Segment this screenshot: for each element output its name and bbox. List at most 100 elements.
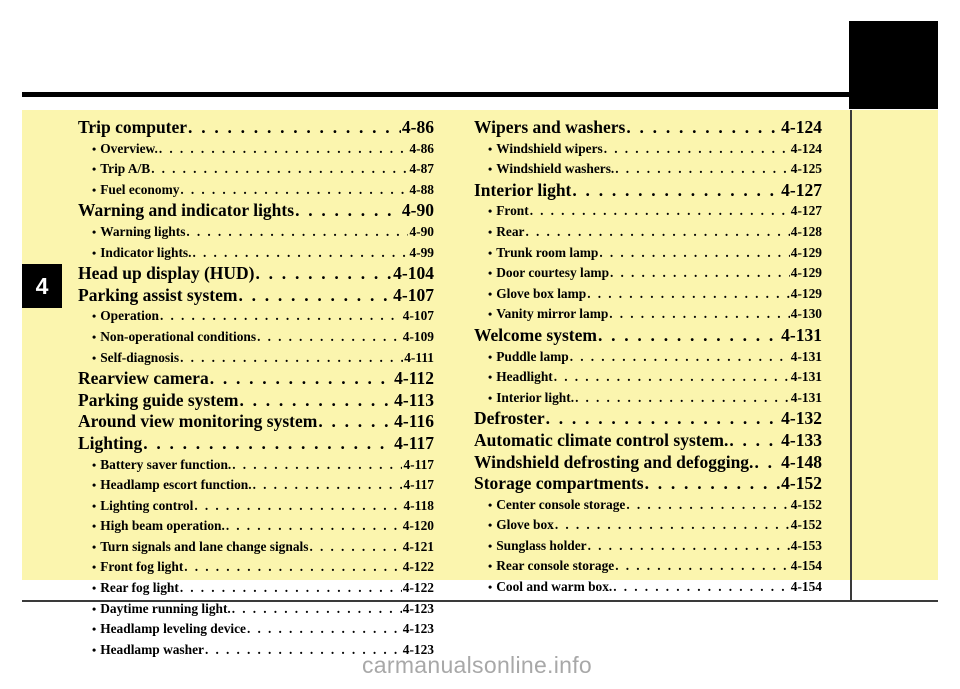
toc-subsection-entry[interactable]: • Trip A/B. . . . . . . . . . . . . . . .… <box>78 159 434 180</box>
toc-subsection-entry[interactable]: • Headlamp leveling device. . . . . . . .… <box>78 619 434 640</box>
bullet-icon: • <box>488 559 493 574</box>
bullet-icon: • <box>488 497 493 512</box>
toc-subsection-entry[interactable]: • Rear. . . . . . . . . . . . . . . . . .… <box>474 222 822 243</box>
leader-dots: . . . . . . . . . . . . . . . . . . . . … <box>615 161 789 177</box>
leader-dots: . . . . . . . . . . . . . . . . . . . . … <box>143 432 393 453</box>
leader-dots: . . . . . . . . . . . . . . . . . . . . … <box>252 477 403 493</box>
toc-section-entry[interactable]: Defroster. . . . . . . . . . . . . . . .… <box>474 408 822 430</box>
bullet-icon: • <box>488 349 493 364</box>
toc-section-entry[interactable]: Warning and indicator lights. . . . . . … <box>78 200 434 222</box>
column-divider <box>850 110 852 601</box>
toc-entry-page-number: 4-109 <box>402 328 434 344</box>
toc-entry-page-number: 4-87 <box>409 161 434 177</box>
toc-entry-page-number: 4-124 <box>781 117 822 137</box>
toc-subsection-entry[interactable]: • Puddle lamp. . . . . . . . . . . . . . … <box>474 347 822 368</box>
toc-section-entry[interactable]: Lighting. . . . . . . . . . . . . . . . … <box>78 433 434 455</box>
toc-subsection-entry[interactable]: • Glove box. . . . . . . . . . . . . . . … <box>474 515 822 536</box>
toc-section-entry[interactable]: Welcome system. . . . . . . . . . . . . … <box>474 325 822 347</box>
toc-section-entry[interactable]: Automatic climate control system.. . . .… <box>474 430 822 452</box>
toc-entry-title: Fuel economy <box>100 181 180 197</box>
chapter-number-marker: 4 <box>22 264 62 308</box>
toc-entry-page-number: 4-90 <box>409 223 434 239</box>
toc-subsection-entry[interactable]: • Non-operational conditions. . . . . . .… <box>78 327 434 348</box>
toc-section-entry[interactable]: Parking guide system. . . . . . . . . . … <box>78 390 434 412</box>
toc-subsection-entry[interactable]: • Windshield washers.. . . . . . . . . . … <box>474 159 822 180</box>
toc-entry-page-number: 4-130 <box>790 306 822 322</box>
toc-subsection-entry[interactable]: • Operation. . . . . . . . . . . . . . . … <box>78 306 434 327</box>
bullet-icon: • <box>92 498 97 513</box>
toc-entry-title: Glove box lamp <box>496 285 587 301</box>
toc-subsection-entry[interactable]: • Battery saver function.. . . . . . . . … <box>78 455 434 476</box>
footer-rule <box>22 600 938 602</box>
toc-subsection-entry[interactable]: • Indicator lights.. . . . . . . . . . . … <box>78 243 434 264</box>
bullet-icon: • <box>92 622 97 637</box>
leader-dots: . . . . . . . . . . . . . . . . . . . . … <box>610 265 790 281</box>
leader-dots: . . . . . . . . . . . . . . . . . . . . … <box>247 621 402 637</box>
toc-subsection-entry[interactable]: • Rear console storage. . . . . . . . . .… <box>474 556 822 577</box>
toc-entry-title: Turn signals and lane change signals <box>100 538 309 554</box>
toc-subsection-entry[interactable]: • Fuel economy. . . . . . . . . . . . . .… <box>78 180 434 201</box>
leader-dots: . . . . . . . . . . . . . . . . . . . . … <box>529 203 790 219</box>
toc-entry-title: Puddle lamp <box>496 348 569 364</box>
toc-entry-title: Indicator lights. <box>100 244 192 260</box>
toc-section-entry[interactable]: Interior light. . . . . . . . . . . . . … <box>474 180 822 202</box>
toc-subsection-entry[interactable]: • Warning lights. . . . . . . . . . . . .… <box>78 222 434 243</box>
leader-dots: . . . . . . . . . . . . . . . . . . . . … <box>545 408 781 429</box>
bullet-icon: • <box>488 224 493 239</box>
toc-subsection-entry[interactable]: • Headlamp escort function.. . . . . . . … <box>78 475 434 496</box>
toc-entry-title: Self-diagnosis <box>100 349 180 365</box>
toc-entry-page-number: 4-121 <box>402 538 434 554</box>
toc-subsection-entry[interactable]: • Headlight. . . . . . . . . . . . . . . … <box>474 367 822 388</box>
toc-entry-page-number: 4-123 <box>402 621 434 637</box>
toc-subsection-entry[interactable]: • Overview.. . . . . . . . . . . . . . . … <box>78 139 434 160</box>
toc-subsection-entry[interactable]: • Self-diagnosis. . . . . . . . . . . . .… <box>78 348 434 369</box>
toc-section-entry[interactable]: Around view monitoring system. . . . . .… <box>78 411 434 433</box>
toc-subsection-entry[interactable]: • Lighting control. . . . . . . . . . . .… <box>78 496 434 517</box>
bullet-icon: • <box>488 266 493 281</box>
toc-subsection-entry[interactable]: • Vanity mirror lamp. . . . . . . . . . .… <box>474 304 822 325</box>
toc-entry-page-number: 4-153 <box>790 537 822 553</box>
toc-subsection-entry[interactable]: • High beam operation.. . . . . . . . . .… <box>78 516 434 537</box>
toc-subsection-entry[interactable]: • Cool and warm box.. . . . . . . . . . .… <box>474 577 822 598</box>
bullet-icon: • <box>488 370 493 385</box>
leader-dots: . . . . . . . . . . . . . . . . . . . . … <box>569 348 790 364</box>
leader-dots: . . . . . . . . . . . . . . . . . . . . … <box>554 517 790 533</box>
bullet-icon: • <box>92 245 97 260</box>
bullet-icon: • <box>488 141 493 156</box>
leader-dots: . . . . . . . . . . . . . . . . . . . . … <box>609 306 789 322</box>
toc-section-entry[interactable]: Windshield defrosting and defogging.. . … <box>474 452 822 474</box>
toc-section-entry[interactable]: Head up display (HUD). . . . . . . . . .… <box>78 263 434 285</box>
toc-section-entry[interactable]: Wipers and washers. . . . . . . . . . . … <box>474 117 822 139</box>
toc-entry-title: Cool and warm box. <box>496 579 613 595</box>
toc-subsection-entry[interactable]: • Front fog light. . . . . . . . . . . . … <box>78 557 434 578</box>
toc-subsection-entry[interactable]: • Windshield wipers. . . . . . . . . . . … <box>474 139 822 160</box>
toc-subsection-entry[interactable]: • Rear fog light. . . . . . . . . . . . .… <box>78 578 434 599</box>
toc-entry-page-number: 4-152 <box>790 496 822 512</box>
toc-section-entry[interactable]: Storage compartments. . . . . . . . . . … <box>474 473 822 495</box>
toc-entry-page-number: 4-112 <box>394 368 434 389</box>
toc-subsection-entry[interactable]: • Interior light.. . . . . . . . . . . . … <box>474 388 822 409</box>
toc-subsection-entry[interactable]: • Sunglass holder. . . . . . . . . . . . … <box>474 536 822 557</box>
toc-subsection-entry[interactable]: • Glove box lamp. . . . . . . . . . . . .… <box>474 284 822 305</box>
toc-entry-title: Headlamp leveling device <box>100 621 246 637</box>
toc-section-entry[interactable]: Trip computer. . . . . . . . . . . . . .… <box>78 117 434 139</box>
toc-subsection-entry[interactable]: • Center console storage. . . . . . . . .… <box>474 495 822 516</box>
toc-entry-page-number: 4-128 <box>790 223 822 239</box>
toc-subsection-entry[interactable]: • Trunk room lamp. . . . . . . . . . . . … <box>474 243 822 264</box>
toc-entry-page-number: 4-148 <box>781 451 822 472</box>
leader-dots: . . . . . . . . . . . . . . . . . . . . … <box>599 244 789 260</box>
toc-entry-title: Lighting control <box>100 497 194 513</box>
leader-dots: . . . . . . . . . . . . . . . . . . . . … <box>184 559 401 575</box>
toc-subsection-entry[interactable]: • Turn signals and lane change signals. .… <box>78 537 434 558</box>
toc-subsection-entry[interactable]: • Front. . . . . . . . . . . . . . . . . … <box>474 201 822 222</box>
toc-entry-page-number: 4-127 <box>781 179 822 200</box>
toc-entry-title: Welcome system <box>474 324 597 345</box>
toc-section-entry[interactable]: Parking assist system. . . . . . . . . .… <box>78 285 434 307</box>
bullet-icon: • <box>488 245 493 260</box>
toc-entry-page-number: 4-86 <box>401 117 434 137</box>
toc-section-entry[interactable]: Rearview camera. . . . . . . . . . . . .… <box>78 368 434 390</box>
toc-subsection-entry[interactable]: • Door courtesy lamp. . . . . . . . . . .… <box>474 263 822 284</box>
toc-entry-title: Around view monitoring system <box>78 411 318 432</box>
toc-entry-title: Trip A/B <box>100 161 151 177</box>
leader-dots: . . . . . . . . . . . . . . . . . . . . … <box>553 369 790 385</box>
